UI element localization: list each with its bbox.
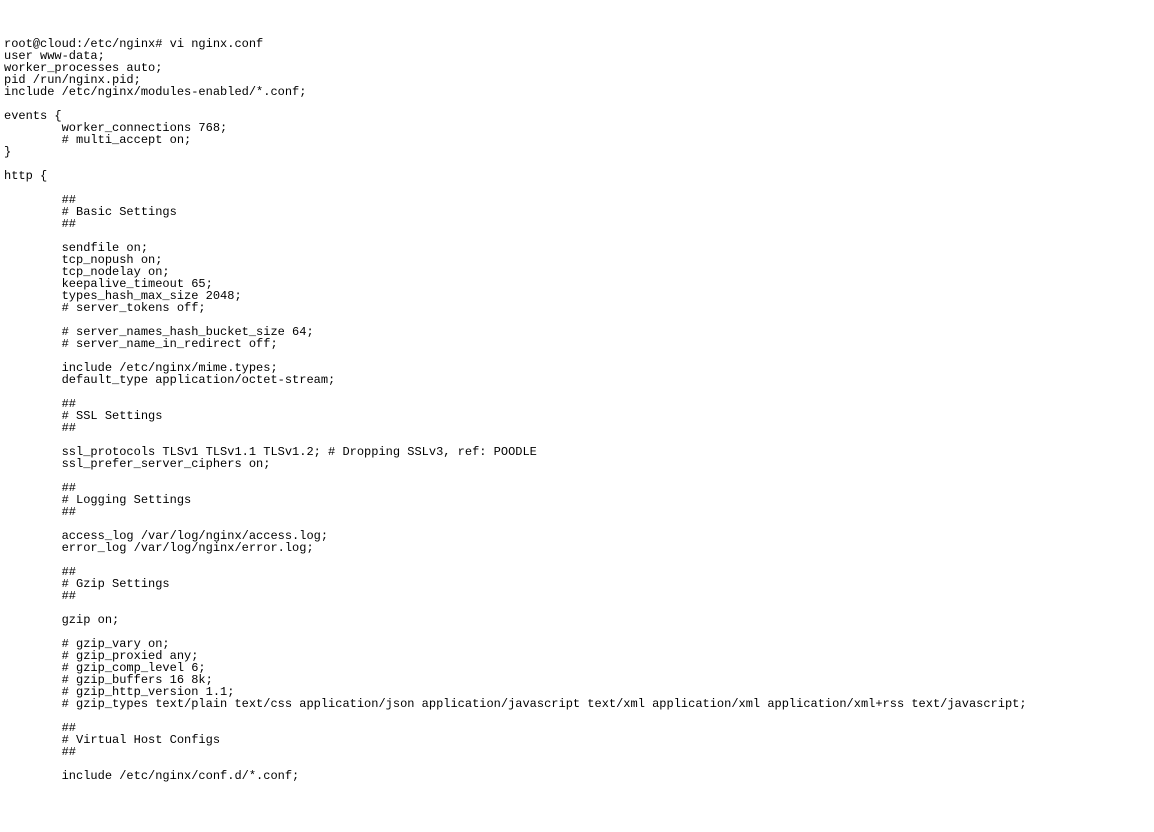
file-line: ## [4, 505, 76, 519]
file-line: ## [4, 589, 76, 603]
file-line: http { [4, 169, 47, 183]
file-line: ## [4, 217, 76, 231]
file-line: ## [4, 745, 76, 759]
file-line: # server_name_in_redirect off; [4, 337, 278, 351]
file-line: } [4, 145, 11, 159]
file-line: ssl_prefer_server_ciphers on; [4, 457, 270, 471]
file-line: # multi_accept on; [4, 133, 191, 147]
file-line: include /etc/nginx/modules-enabled/*.con… [4, 85, 306, 99]
file-line: default_type application/octet-stream; [4, 373, 335, 387]
file-line: gzip on; [4, 613, 119, 627]
file-line: # gzip_types text/plain text/css applica… [4, 697, 1027, 711]
file-line: error_log /var/log/nginx/error.log; [4, 541, 314, 555]
terminal-output[interactable]: root@cloud:/etc/nginx# vi nginx.conf use… [0, 36, 1154, 784]
file-line: ## [4, 421, 76, 435]
file-line: include /etc/nginx/conf.d/*.conf; [4, 769, 299, 783]
file-line: # server_tokens off; [4, 301, 206, 315]
